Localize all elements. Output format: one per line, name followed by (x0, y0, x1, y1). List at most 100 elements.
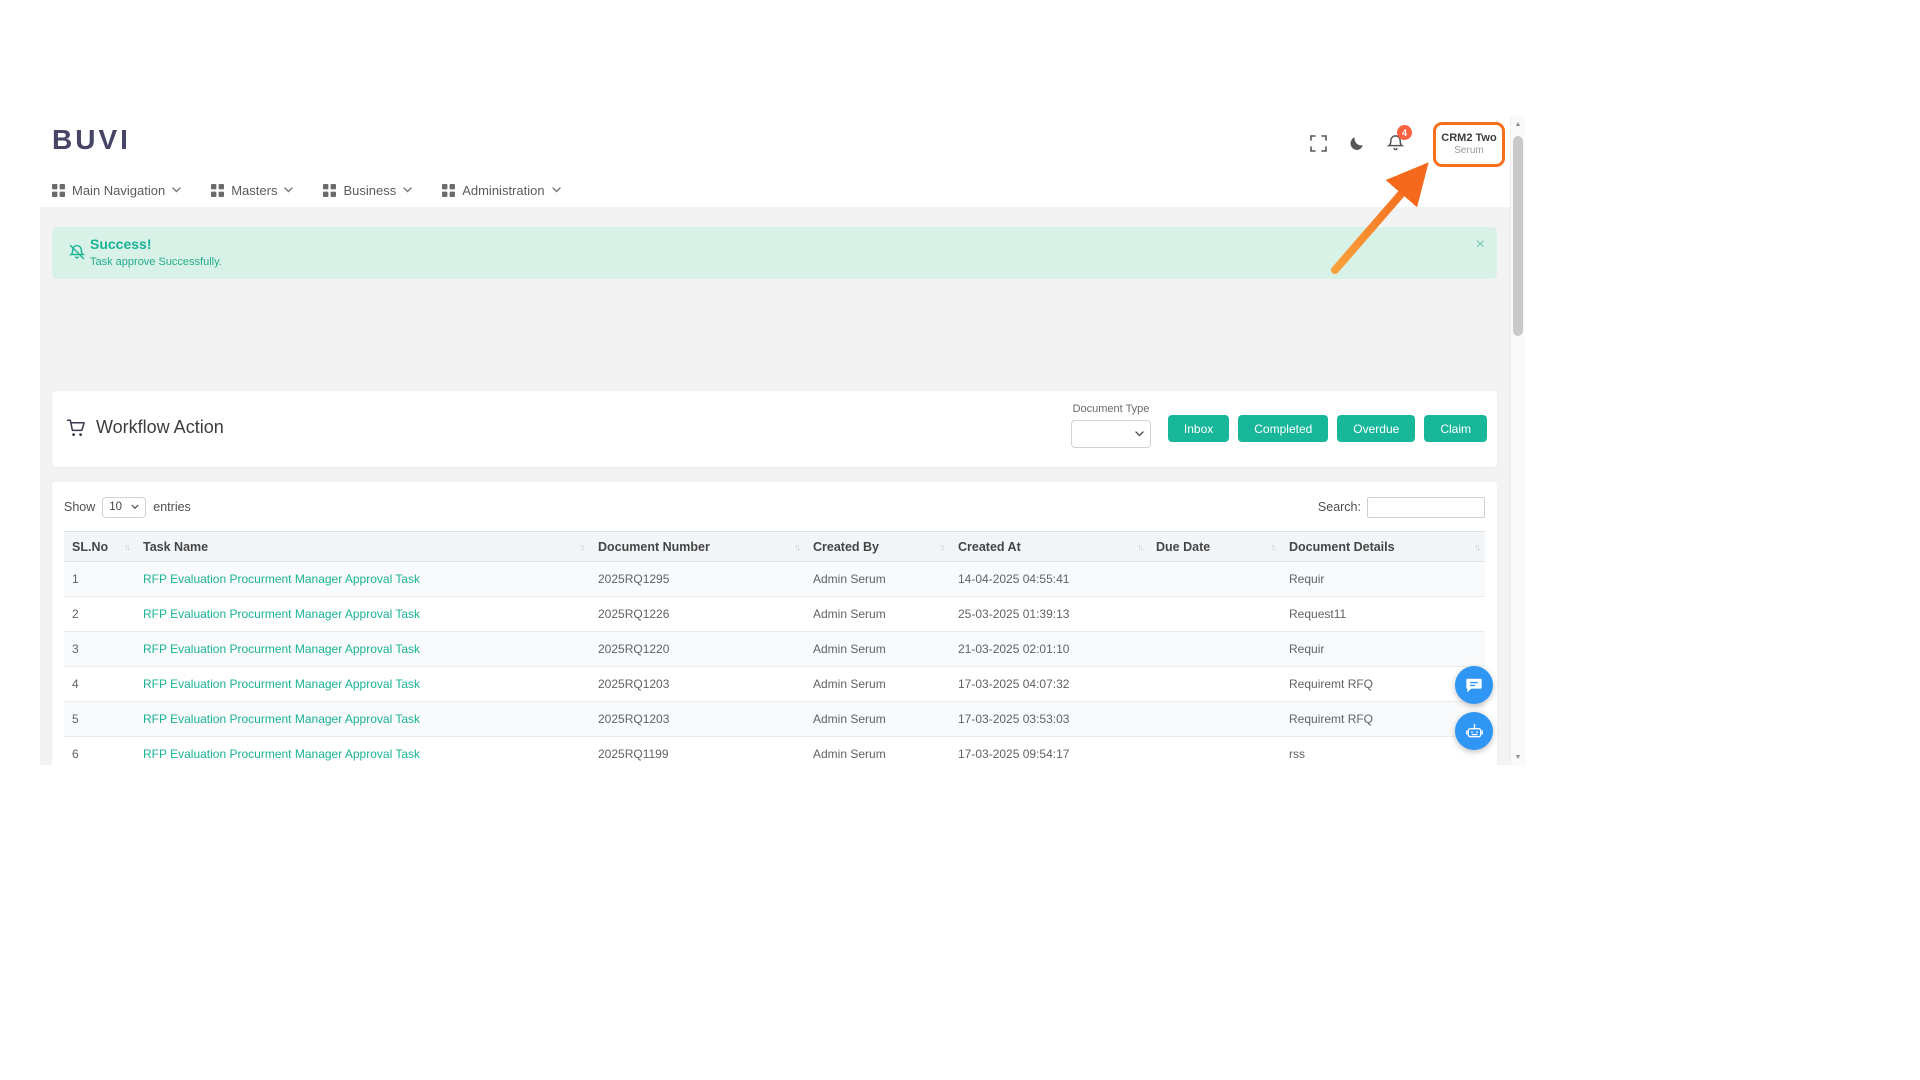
claim-button[interactable]: Claim (1424, 415, 1487, 442)
bot-fab-button[interactable] (1455, 712, 1493, 750)
user-profile-button[interactable]: CRM2 Two Serum (1433, 122, 1505, 167)
cell-task-name: RFP Evaluation Procurment Manager Approv… (135, 631, 590, 667)
column-header-created-at[interactable]: Created At ↑↓ (950, 531, 1148, 562)
workflow-action-card: Workflow Action Document Type Inbox Comp… (52, 391, 1497, 467)
scrollbar-thumb[interactable] (1513, 136, 1523, 336)
table-row: 3 RFP Evaluation Procurment Manager Appr… (64, 631, 1485, 667)
column-header-created-by[interactable]: Created By ↑↓ (805, 531, 950, 562)
cell-created-by: Admin Serum (805, 666, 950, 702)
cell-document-details: Requir (1281, 561, 1485, 597)
cell-task-name: RFP Evaluation Procurment Manager Approv… (135, 561, 590, 597)
alert-message: Task approve Successfully. (90, 256, 222, 268)
cell-created-at: 14-04-2025 04:55:41 (950, 561, 1148, 597)
table-controls: Show 10 entries Search: (64, 496, 1485, 518)
task-link[interactable]: RFP Evaluation Procurment Manager Approv… (143, 747, 420, 761)
sort-icon: ↑↓ (579, 541, 586, 552)
search-control: Search: (1317, 496, 1485, 518)
dark-mode-moon-icon[interactable] (1349, 135, 1365, 151)
cell-created-at: 17-03-2025 03:53:03 (950, 701, 1148, 737)
brand-logo[interactable]: BUVI (52, 124, 131, 156)
page-title-row: Workflow Action (66, 417, 224, 438)
column-header-document-details[interactable]: Document Details ↑↓ (1281, 531, 1485, 562)
sort-icon: ↑↓ (124, 541, 131, 552)
cell-task-name: RFP Evaluation Procurment Manager Approv… (135, 736, 590, 765)
document-type-select[interactable] (1071, 420, 1151, 448)
scroll-down-icon[interactable]: ▼ (1511, 754, 1525, 761)
alert-title: Success! (90, 236, 152, 252)
fullscreen-icon[interactable] (1310, 134, 1327, 152)
cell-slno: 5 (64, 701, 135, 737)
completed-button[interactable]: Completed (1238, 415, 1329, 442)
overdue-button[interactable]: Overdue (1337, 415, 1416, 442)
column-header-task-name[interactable]: Task Name ↑↓ (135, 531, 590, 562)
cell-due-date (1148, 701, 1281, 737)
cell-due-date (1148, 631, 1281, 667)
cell-due-date (1148, 666, 1281, 702)
chevron-down-icon (551, 187, 561, 193)
cell-slno: 3 (64, 631, 135, 667)
task-link[interactable]: RFP Evaluation Procurment Manager Approv… (143, 607, 420, 621)
grid-icon (442, 183, 456, 197)
cart-icon (66, 418, 85, 436)
cell-document-number: 2025RQ1203 (590, 701, 805, 737)
sort-icon: ↑↓ (1137, 541, 1144, 552)
app-window: BUVI 4 CRM2 Two Serum Main Navigation Ma… (40, 110, 1510, 765)
grid-icon (52, 183, 65, 197)
chevron-down-icon (172, 187, 181, 193)
cell-due-date (1148, 596, 1281, 632)
cell-created-at: 25-03-2025 01:39:13 (950, 596, 1148, 632)
workflow-filter-buttons: Inbox Completed Overdue Claim (1167, 415, 1487, 442)
sort-icon: ↑↓ (1474, 541, 1481, 552)
profile-role: Serum (1454, 145, 1484, 156)
bell-slash-icon (68, 243, 86, 266)
cell-created-at: 17-03-2025 09:54:17 (950, 736, 1148, 765)
search-input[interactable] (1367, 496, 1485, 518)
column-header-slno[interactable]: SL.No ↑↓ (64, 531, 135, 562)
search-label: Search: (1317, 500, 1361, 514)
scroll-up-icon[interactable]: ▲ (1511, 121, 1525, 128)
cell-created-by: Admin Serum (805, 736, 950, 765)
page-title: Workflow Action (96, 417, 224, 437)
cell-document-number: 2025RQ1295 (590, 561, 805, 597)
cell-created-by: Admin Serum (805, 561, 950, 597)
tasks-table-card: Show 10 entries Search: SL.No ↑↓ Task Na… (52, 482, 1497, 765)
chat-fab-button[interactable] (1455, 666, 1493, 704)
cell-document-number: 2025RQ1199 (590, 736, 805, 765)
chat-icon (1466, 678, 1482, 693)
nav-label: Main Navigation (72, 182, 166, 198)
cell-task-name: RFP Evaluation Procurment Manager Approv… (135, 666, 590, 702)
chevron-down-icon (284, 187, 294, 193)
nav-label: Business (343, 182, 397, 198)
nav-item-masters[interactable]: Masters (211, 183, 294, 198)
cell-due-date (1148, 736, 1281, 765)
column-header-due-date[interactable]: Due Date ↑↓ (1148, 531, 1281, 562)
entries-select[interactable]: 10 (102, 496, 147, 518)
table-row: 6 RFP Evaluation Procurment Manager Appr… (64, 736, 1485, 765)
robot-icon (1465, 723, 1483, 737)
column-header-document-number[interactable]: Document Number ↑↓ (590, 531, 805, 562)
cell-document-details: Request11 (1281, 596, 1485, 632)
task-link[interactable]: RFP Evaluation Procurment Manager Approv… (143, 642, 420, 656)
cell-document-number: 2025RQ1220 (590, 631, 805, 667)
inbox-button[interactable]: Inbox (1167, 415, 1230, 442)
nav-item-administration[interactable]: Administration (442, 183, 561, 198)
main-nav: Main Navigation Masters Business Adminis… (52, 173, 561, 207)
task-link[interactable]: RFP Evaluation Procurment Manager Approv… (143, 712, 420, 726)
task-link[interactable]: RFP Evaluation Procurment Manager Approv… (143, 572, 420, 586)
cell-created-by: Admin Serum (805, 631, 950, 667)
cell-document-number: 2025RQ1226 (590, 596, 805, 632)
profile-name: CRM2 Two (1441, 132, 1497, 144)
alert-close-icon[interactable]: × (1476, 237, 1485, 253)
notification-count-badge: 4 (1397, 125, 1412, 140)
task-link[interactable]: RFP Evaluation Procurment Manager Approv… (143, 677, 420, 691)
nav-item-business[interactable]: Business (323, 183, 412, 198)
nav-item-main-navigation[interactable]: Main Navigation (52, 183, 181, 198)
page-size-control: Show 10 entries (64, 496, 191, 518)
table-row: 1 RFP Evaluation Procurment Manager Appr… (64, 561, 1485, 597)
notifications-bell-icon[interactable]: 4 (1387, 125, 1412, 152)
header-icon-group: 4 (1310, 125, 1412, 152)
table-row: 2 RFP Evaluation Procurment Manager Appr… (64, 596, 1485, 632)
document-type-group: Document Type (1071, 403, 1151, 448)
vertical-scrollbar[interactable]: ▲ ▼ (1510, 116, 1525, 766)
cell-slno: 2 (64, 596, 135, 632)
